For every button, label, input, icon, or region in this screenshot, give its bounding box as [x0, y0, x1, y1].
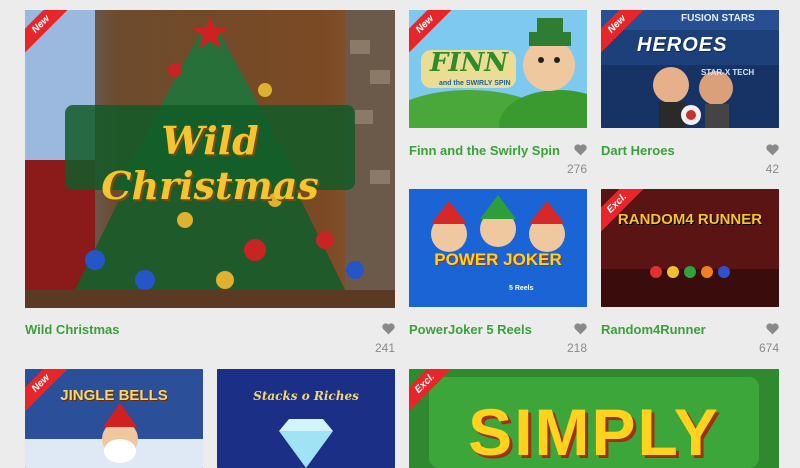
game-title[interactable]: Dart Heroes — [601, 143, 675, 158]
simply-logo: SIMPLY — [468, 395, 720, 468]
likes-count: 218 — [566, 341, 587, 355]
wild-christmas-logo: Wild Christmas — [101, 118, 319, 208]
dart-heroes-logo: HEROES — [637, 34, 728, 56]
game-thumbnail[interactable]: SIMPLY Excl. — [409, 369, 779, 468]
game-thumbnail[interactable]: JINGLE BELLS New — [25, 369, 203, 468]
likes-count: 276 — [566, 162, 587, 176]
game-title[interactable]: Finn and the Swirly Spin — [409, 143, 560, 158]
random4runner-artwork — [601, 189, 779, 307]
game-thumbnail[interactable]: Wild Christmas New — [25, 10, 395, 308]
powerjoker-logo: POWER JOKER — [434, 250, 562, 269]
jingle-bells-logo: JINGLE BELLS — [60, 387, 168, 404]
game-thumbnail[interactable]: Stacks o Riches — [217, 369, 395, 468]
heart-icon[interactable] — [382, 323, 395, 335]
heart-icon[interactable] — [766, 144, 779, 156]
game-meta: Dart Heroes 42 — [601, 143, 779, 183]
game-thumbnail[interactable]: FUSION STARS HEROES STAR-X TECH New — [601, 10, 779, 128]
game-meta: PowerJoker 5 Reels 218 — [409, 322, 587, 362]
heart-icon[interactable] — [766, 323, 779, 335]
game-title[interactable]: Wild Christmas — [25, 322, 120, 337]
heart-icon[interactable] — [574, 323, 587, 335]
dart-heroes-subtitle: STAR-X TECH — [701, 68, 755, 77]
likes-count: 42 — [765, 162, 779, 176]
finn-subtitle: and the SWIRLY SPIN — [439, 80, 511, 87]
game-meta: Wild Christmas 241 — [25, 322, 395, 362]
game-thumbnail[interactable]: POWER JOKER 5 Reels — [409, 189, 587, 307]
game-meta: Finn and the Swirly Spin 276 — [409, 143, 587, 183]
game-title[interactable]: Random4Runner — [601, 322, 706, 337]
game-thumbnail[interactable]: RANDOM4 RUNNER Excl. — [601, 189, 779, 307]
stacks-riches-artwork — [217, 369, 395, 468]
likes-count: 241 — [374, 341, 395, 355]
dart-heroes-banner: FUSION STARS — [681, 13, 755, 24]
game-thumbnail[interactable]: FINN and the SWIRLY SPIN New — [409, 10, 587, 128]
powerjoker-artwork — [409, 189, 587, 307]
stacks-riches-logo: Stacks o Riches — [253, 389, 359, 403]
heart-icon[interactable] — [574, 144, 587, 156]
random4runner-logo: RANDOM4 RUNNER — [617, 211, 763, 228]
game-title[interactable]: PowerJoker 5 Reels — [409, 322, 532, 337]
game-meta: Random4Runner 674 — [601, 322, 779, 362]
powerjoker-subtitle: 5 Reels — [509, 285, 534, 292]
finn-logo: FINN — [429, 48, 509, 78]
likes-count: 674 — [758, 341, 779, 355]
